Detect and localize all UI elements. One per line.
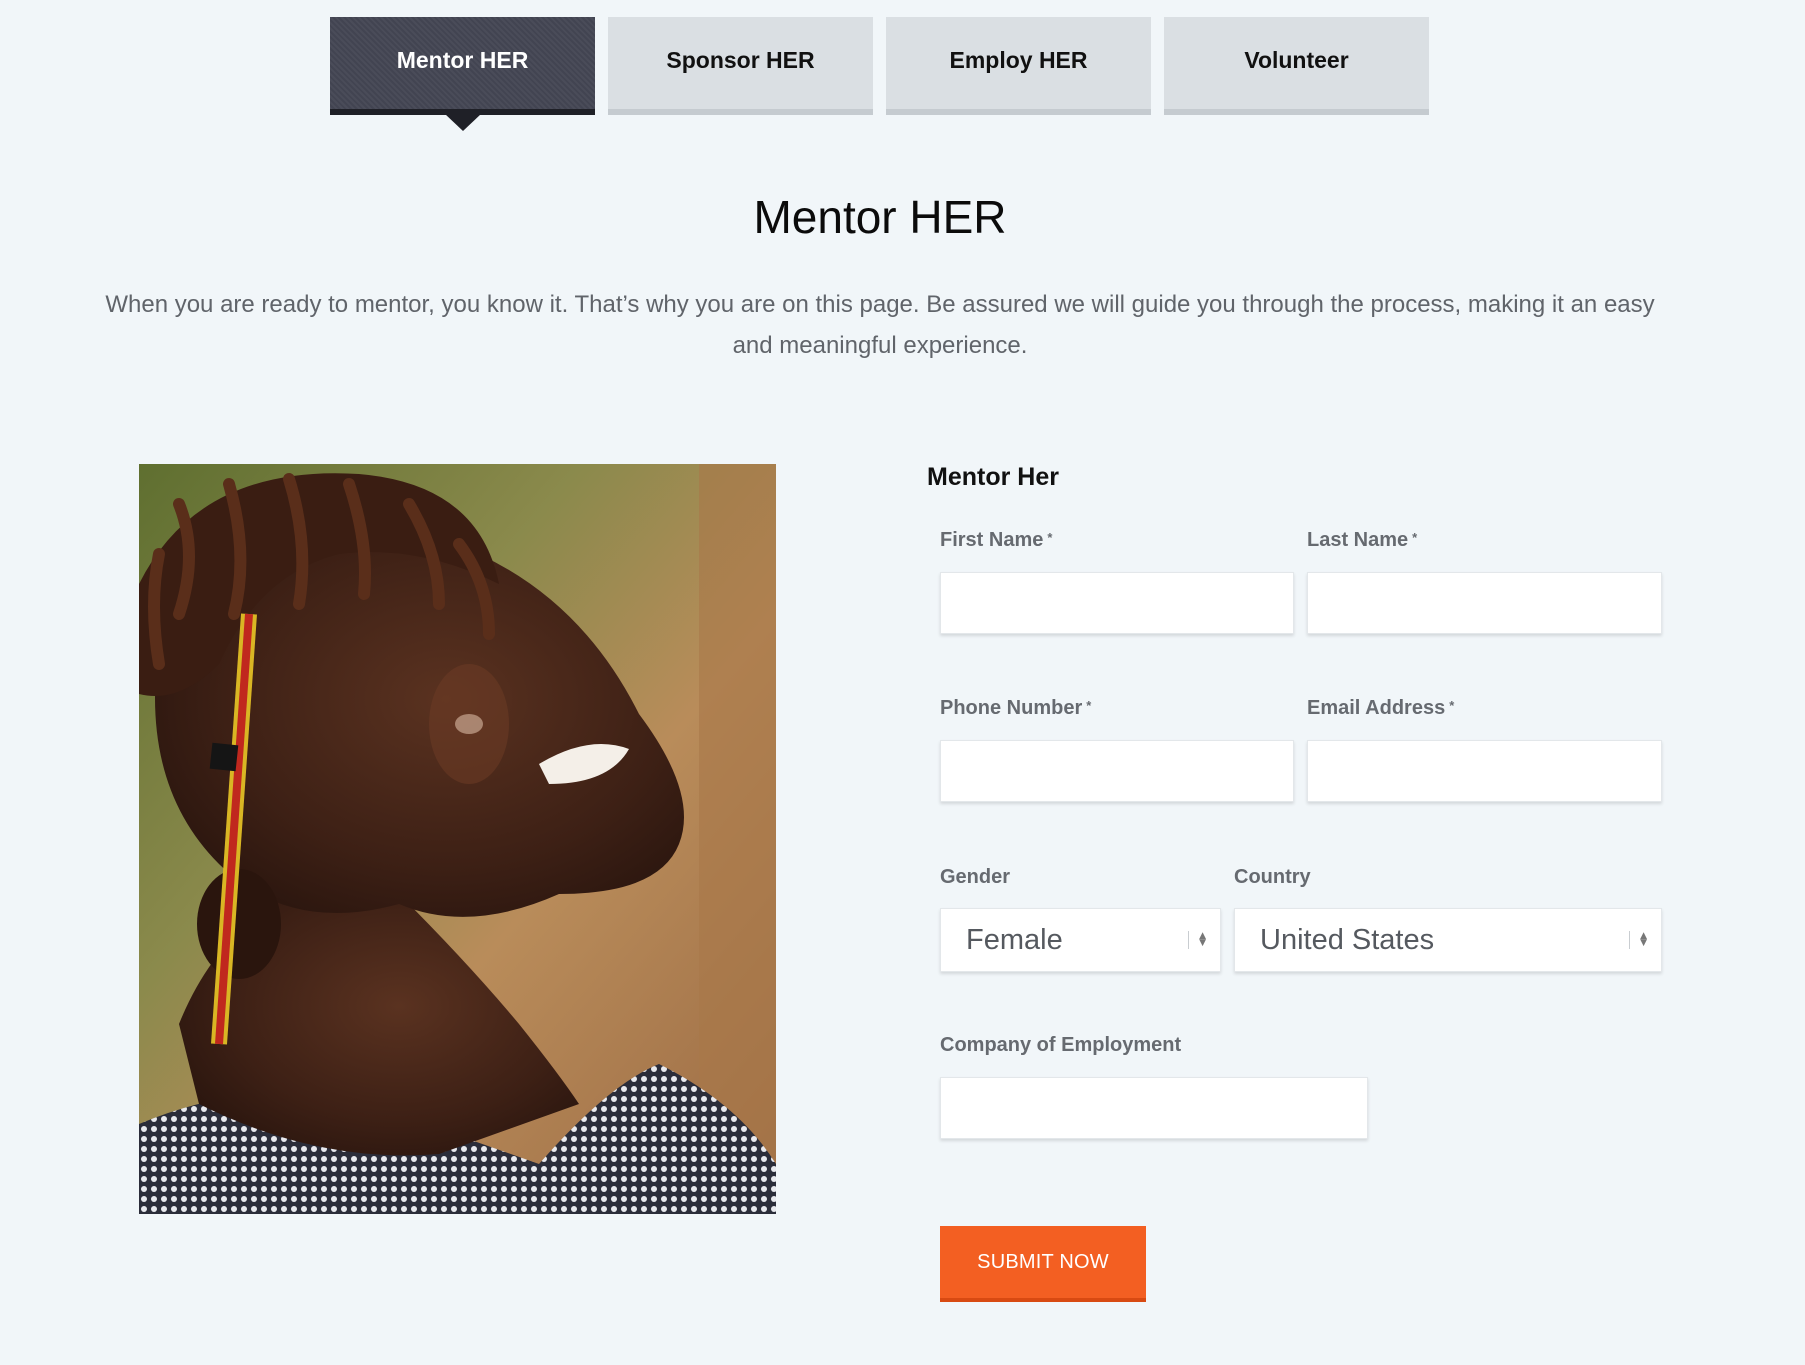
tab-label: Employ HER: [949, 46, 1088, 73]
phone-label: Phone Number *: [940, 697, 1091, 720]
first-name-field[interactable]: [940, 572, 1294, 634]
last-name-label: Last Name *: [1307, 529, 1417, 552]
required-mark: *: [1086, 698, 1092, 713]
phone-field[interactable]: [940, 740, 1294, 802]
email-label: Email Address *: [1307, 697, 1454, 720]
company-label: Company of Employment: [940, 1034, 1182, 1056]
mentor-photo: [139, 464, 776, 1214]
country-select[interactable]: United States ▲ ▼: [1234, 908, 1662, 972]
gender-select[interactable]: Female ▲ ▼: [940, 908, 1221, 972]
last-name-label-text: Last Name: [1307, 529, 1409, 551]
last-name-field[interactable]: [1307, 572, 1662, 634]
form-title: Mentor Her: [927, 463, 1059, 491]
tab-employ-her[interactable]: Employ HER: [886, 17, 1151, 115]
country-label: Country: [1234, 866, 1311, 888]
tab-bar: Mentor HER Sponsor HER Employ HER Volunt…: [330, 17, 1429, 115]
email-label-text: Email Address: [1307, 697, 1446, 719]
first-name-label-text: First Name: [940, 529, 1044, 551]
page-title: Mentor HER: [753, 191, 1007, 243]
intro-text: When you are ready to mentor, you know i…: [105, 291, 1655, 359]
first-name-label: First Name *: [940, 529, 1052, 552]
required-mark: *: [1047, 530, 1053, 545]
company-field[interactable]: [940, 1077, 1368, 1139]
tab-volunteer[interactable]: Volunteer: [1164, 17, 1429, 115]
country-value: United States: [1260, 923, 1435, 956]
tab-label: Sponsor HER: [666, 46, 815, 73]
gender-label: Gender: [940, 866, 1011, 888]
phone-label-text: Phone Number: [940, 697, 1083, 719]
gender-value: Female: [966, 923, 1063, 956]
tab-label: Mentor HER: [396, 46, 529, 73]
tab-mentor-her[interactable]: Mentor HER: [330, 17, 595, 115]
submit-button[interactable]: SUBMIT NOW: [940, 1226, 1146, 1302]
email-field[interactable]: [1307, 740, 1662, 802]
select-arrows-icon: ▲ ▼: [1188, 931, 1206, 949]
select-arrows-icon: ▲ ▼: [1629, 931, 1647, 949]
required-mark: *: [1412, 530, 1418, 545]
tab-sponsor-her[interactable]: Sponsor HER: [608, 17, 873, 115]
tab-label: Volunteer: [1244, 46, 1349, 73]
required-mark: *: [1449, 698, 1455, 713]
